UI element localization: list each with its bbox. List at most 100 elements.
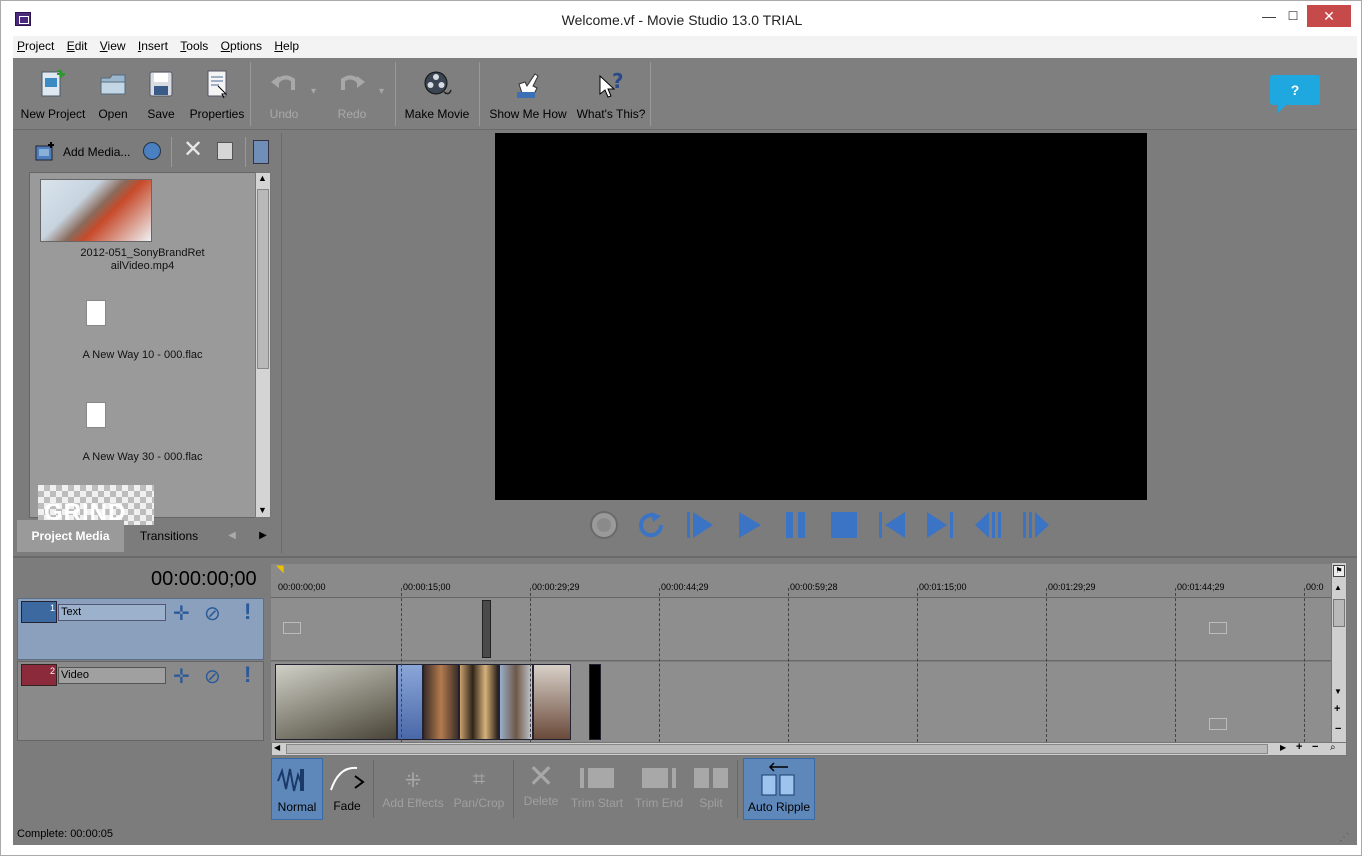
properties-button[interactable]: Properties xyxy=(189,68,245,121)
zoom-in-track-icon[interactable]: + xyxy=(1334,703,1340,715)
media-scrollbar[interactable]: ▲ ▼ xyxy=(255,172,271,518)
show-me-how-button[interactable]: Show Me How xyxy=(487,68,569,121)
media-item-label[interactable]: A New Way 30 - 000.flac xyxy=(30,451,255,464)
normal-mode-button[interactable]: Normal xyxy=(271,758,323,820)
media-thumbnail-video[interactable] xyxy=(40,179,152,242)
delete-icon: ✕ xyxy=(527,758,555,794)
scrollbar-thumb[interactable] xyxy=(257,189,269,369)
text-event[interactable] xyxy=(482,600,491,658)
open-button[interactable]: Open xyxy=(95,68,131,121)
menu-view[interactable]: View xyxy=(96,36,130,53)
stop-icon[interactable] xyxy=(829,510,859,540)
add-media-button[interactable]: Add Media... xyxy=(63,145,130,159)
media-thumbnail-text[interactable]: GRIND xyxy=(38,485,154,525)
cursor-marker-icon[interactable]: ◥ xyxy=(276,564,284,575)
scroll-down-icon[interactable]: ▼ xyxy=(1334,687,1342,696)
go-to-start-icon[interactable] xyxy=(877,510,907,540)
timeline-horizontal-scrollbar[interactable]: ◀ ▶ + − ⌕ xyxy=(271,741,1347,756)
menu-project[interactable]: Project xyxy=(13,36,58,53)
menu-edit[interactable]: Edit xyxy=(63,36,92,53)
menu-help[interactable]: Help xyxy=(270,36,303,53)
undo-button[interactable]: Undo xyxy=(263,68,305,121)
video-clip[interactable] xyxy=(459,664,499,740)
scrollbar-thumb[interactable] xyxy=(286,744,1268,754)
media-item-label[interactable]: A New Way 10 - 000.flac xyxy=(30,349,255,362)
timeline-vertical-scrollbar[interactable]: ⚑ ▲ ▼ + − xyxy=(1331,562,1347,756)
tab-prev-icon[interactable]: ◀ xyxy=(218,520,246,552)
tab-transitions[interactable]: Transitions xyxy=(124,520,214,552)
zoom-tool-icon[interactable]: ⌕ xyxy=(1330,742,1336,753)
globe-icon[interactable] xyxy=(143,142,161,160)
menu-insert[interactable]: Insert xyxy=(134,36,172,53)
pan-crop-button[interactable]: ⌗ Pan/Crop xyxy=(451,758,507,820)
marker-flag-icon[interactable]: ⚑ xyxy=(1333,565,1345,577)
scroll-down-icon[interactable]: ▼ xyxy=(258,505,267,515)
loop-icon[interactable] xyxy=(637,510,667,540)
redo-button[interactable]: Redo xyxy=(331,68,373,121)
scroll-up-icon[interactable]: ▲ xyxy=(1334,583,1342,592)
media-smart-icon[interactable] xyxy=(253,140,269,164)
video-clip[interactable] xyxy=(499,664,533,740)
maximize-button[interactable]: ☐ xyxy=(1278,5,1308,27)
scroll-right-icon[interactable]: ▶ xyxy=(1280,743,1286,752)
close-button[interactable]: ✕ xyxy=(1307,5,1351,27)
next-frame-icon[interactable] xyxy=(1021,510,1051,540)
track-header-text[interactable]: 1 Text ✛ ⊘ ! xyxy=(17,598,264,660)
mute-icon[interactable]: ⊘ xyxy=(204,664,221,689)
audio-file-icon[interactable] xyxy=(86,402,106,428)
split-button[interactable]: Split xyxy=(691,758,731,820)
redo-dropdown-icon[interactable]: ▾ xyxy=(379,86,384,97)
audio-file-icon[interactable] xyxy=(86,300,106,326)
mute-icon[interactable]: ⊘ xyxy=(204,601,221,626)
record-icon[interactable] xyxy=(589,510,619,540)
scrollbar-thumb[interactable] xyxy=(1333,599,1345,627)
menu-tools[interactable]: Tools xyxy=(176,36,212,53)
new-project-button[interactable]: New Project xyxy=(19,68,87,121)
title-bar: Welcome.vf - Movie Studio 13.0 TRIAL — ☐… xyxy=(1,1,1361,35)
video-clip[interactable] xyxy=(533,664,571,740)
track-name-field[interactable]: Video xyxy=(58,667,166,684)
tab-next-icon[interactable]: ▶ xyxy=(249,520,277,552)
scroll-up-icon[interactable]: ▲ xyxy=(258,173,267,183)
undo-dropdown-icon[interactable]: ▾ xyxy=(311,86,316,97)
video-clip[interactable] xyxy=(275,664,397,740)
make-movie-button[interactable]: Make Movie xyxy=(403,68,471,121)
play-icon[interactable] xyxy=(733,510,763,540)
pane-splitter[interactable] xyxy=(13,556,1357,558)
delete-media-icon[interactable]: ✕ xyxy=(183,138,203,162)
video-track-lane[interactable] xyxy=(271,662,1331,742)
track-motion-icon[interactable]: ✛ xyxy=(173,601,190,626)
track-header-video[interactable]: 2 Video ✛ ⊘ ! xyxy=(17,661,264,741)
track-motion-icon[interactable]: ✛ xyxy=(173,664,190,689)
trim-end-button[interactable]: Trim End xyxy=(631,758,687,820)
text-track-lane[interactable] xyxy=(271,598,1331,661)
resize-grip-icon[interactable]: ⋰ xyxy=(1339,832,1349,843)
timeline-ruler[interactable]: ◥ 00:00:00;00 00:00:15;00 00:00:29;29 00… xyxy=(271,564,1331,598)
track-name-field[interactable]: Text xyxy=(58,604,166,621)
fade-button[interactable]: Fade xyxy=(325,758,369,820)
add-effects-button[interactable]: ⁜ Add Effects xyxy=(381,758,445,820)
trim-start-button[interactable]: Trim Start xyxy=(569,758,625,820)
tab-project-media[interactable]: Project Media xyxy=(17,520,124,552)
help-bubble-button[interactable]: ? xyxy=(1270,75,1320,113)
video-clip[interactable] xyxy=(423,664,459,740)
go-to-end-icon[interactable] xyxy=(925,510,955,540)
scroll-left-icon[interactable]: ◀ xyxy=(274,743,280,752)
play-from-start-icon[interactable] xyxy=(685,510,715,540)
pause-icon[interactable] xyxy=(781,510,811,540)
save-button[interactable]: Save xyxy=(143,68,179,121)
menu-options[interactable]: Options xyxy=(217,36,266,53)
solo-icon[interactable]: ! xyxy=(244,599,251,625)
zoom-in-icon[interactable]: + xyxy=(1296,741,1302,753)
previous-frame-icon[interactable] xyxy=(973,510,1003,540)
solo-icon[interactable]: ! xyxy=(244,662,251,688)
auto-ripple-button[interactable]: Auto Ripple xyxy=(743,758,815,820)
delete-button[interactable]: ✕ Delete xyxy=(521,758,561,820)
video-clip[interactable] xyxy=(589,664,601,740)
media-properties-icon[interactable] xyxy=(217,142,233,160)
ruler-label: 00:00:44;29 xyxy=(661,582,709,592)
zoom-out-icon[interactable]: − xyxy=(1312,741,1318,753)
whats-this-button[interactable]: ? What's This? xyxy=(575,68,647,121)
zoom-out-track-icon[interactable]: − xyxy=(1335,723,1341,735)
media-item-label[interactable]: 2012-051_SonyBrandRet ailVideo.mp4 xyxy=(30,247,255,273)
